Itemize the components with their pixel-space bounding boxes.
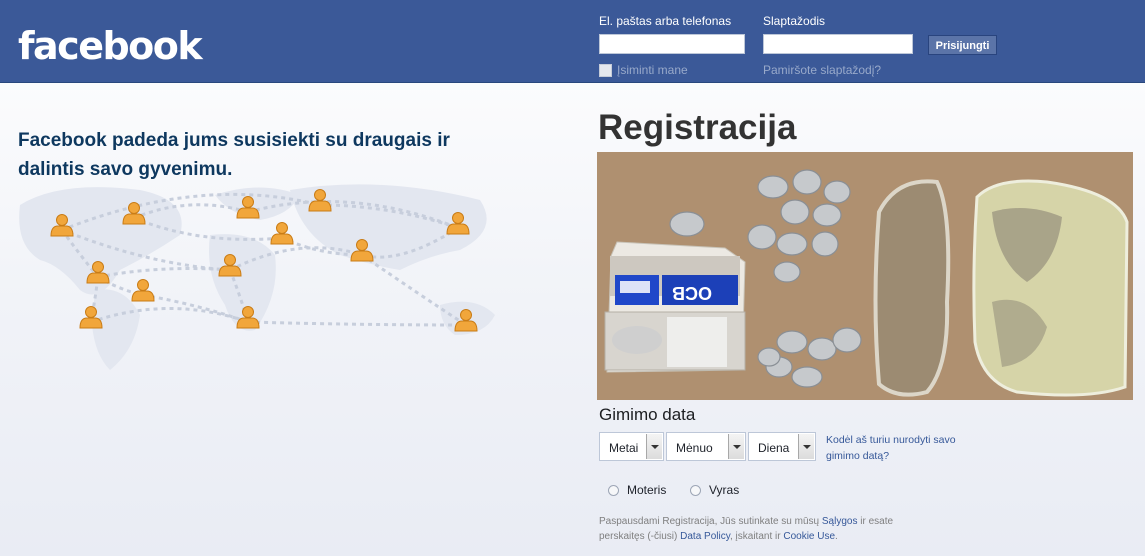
why-birthday-link[interactable]: Kodėl aš turiu nurodyti savo gimimo datą…: [826, 432, 976, 464]
remember-me[interactable]: Įsiminti mane: [599, 63, 688, 77]
person-icon: [270, 222, 294, 245]
person-icon: [131, 279, 155, 302]
remember-checkbox[interactable]: [599, 63, 612, 77]
banner-photo: OCB: [597, 152, 1133, 400]
remember-label: Įsiminti mane: [617, 63, 688, 77]
birthday-title: Gimimo data: [599, 405, 696, 424]
terms-text: Paspausdami Registracija, Jūs sutinkate …: [599, 514, 899, 544]
day-select-value: Diena: [758, 441, 790, 455]
email-input[interactable]: [599, 34, 745, 54]
password-label: Slaptažodis: [763, 14, 826, 28]
password-input[interactable]: [763, 34, 913, 54]
email-label: El. paštas arba telefonas: [599, 14, 732, 28]
data-policy-link[interactable]: Data Policy: [680, 531, 730, 542]
gender-male-option[interactable]: Vyras: [690, 483, 739, 497]
day-select[interactable]: Diena: [748, 432, 816, 461]
year-select[interactable]: Metai: [599, 432, 664, 461]
forgot-password-link[interactable]: Pamiršote slaptažodį?: [763, 63, 881, 77]
month-select-value: Mėnuo: [676, 441, 713, 455]
terms-end: .: [835, 531, 838, 542]
gender-female-option[interactable]: Moteris: [608, 483, 666, 497]
wrapped-packet: [873, 179, 951, 397]
plastic-bag: [972, 179, 1129, 397]
tin-box: OCB: [604, 241, 746, 373]
cookie-use-link[interactable]: Cookie Use: [783, 531, 835, 542]
female-label: Moteris: [627, 483, 667, 497]
terms-link[interactable]: Sąlygos: [822, 516, 858, 527]
male-label: Vyras: [709, 483, 740, 497]
female-radio[interactable]: [608, 484, 619, 496]
month-select[interactable]: Mėnuo: [666, 432, 746, 461]
login-button[interactable]: Prisijungti: [928, 35, 997, 55]
year-select-value: Metai: [609, 441, 639, 455]
top-bar: facebook El. paštas arba telefonas Slapt…: [0, 0, 1145, 83]
chevron-down-icon[interactable]: [728, 434, 744, 459]
terms-prefix: Paspausdami Registracija, Jūs sutinkate …: [599, 516, 820, 527]
facebook-logo[interactable]: facebook: [18, 22, 203, 70]
world-map-illustration: [19, 184, 495, 370]
terms-middle2: , įskaitant ir: [729, 531, 781, 542]
chevron-down-icon[interactable]: [798, 434, 814, 459]
male-radio[interactable]: [690, 484, 701, 496]
registration-title: Registracija: [598, 108, 797, 147]
svg-text:OCB: OCB: [672, 283, 712, 303]
chevron-down-icon[interactable]: [646, 434, 662, 459]
